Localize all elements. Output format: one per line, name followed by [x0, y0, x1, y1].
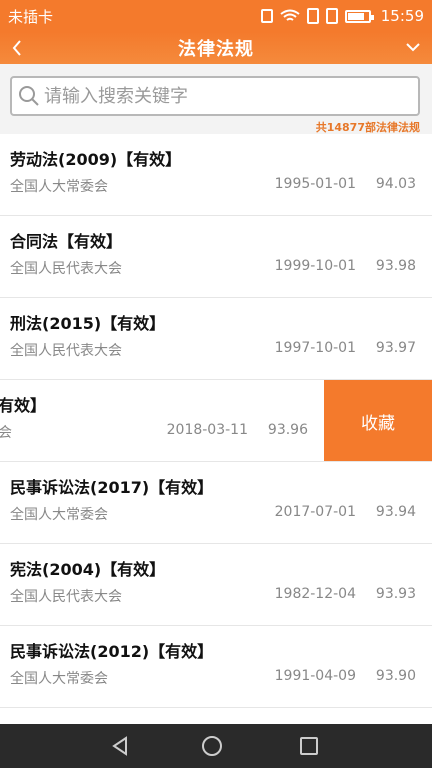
law-date: 2017-07-01 [274, 504, 356, 520]
search-icon [19, 86, 39, 106]
page-title: 法律法规 [178, 39, 254, 60]
battery-icon [344, 9, 374, 23]
search-area: 共14877部法律法规 [0, 64, 432, 134]
law-issuer: 会 [0, 422, 12, 442]
law-date: 2018-03-11 [166, 422, 248, 438]
law-score: 93.98 [375, 258, 416, 274]
law-date: 1991-04-09 [274, 668, 356, 684]
status-icons [260, 8, 374, 24]
wifi-icon [280, 9, 300, 21]
law-score: 94.03 [375, 176, 416, 192]
vibrate-icon [260, 9, 273, 23]
law-title: 刑法(2015)【有效】 [10, 314, 166, 333]
law-issuer: 全国人民代表大会 [10, 343, 122, 359]
list-item[interactable]: 合同法【有效】 全国人民代表大会 1999-10-01 93.98 [0, 216, 432, 298]
search-box[interactable] [10, 76, 420, 116]
search-input[interactable] [44, 85, 404, 107]
law-score: 93.97 [375, 340, 416, 356]
recents-square-icon[interactable] [300, 737, 318, 755]
law-score: 93.93 [375, 586, 416, 602]
law-date: 1997-10-01 [274, 340, 356, 356]
nav-bar: 法律法规 [0, 32, 432, 64]
law-title: 宪法(2004)【有效】 [10, 560, 166, 579]
chevron-left-icon[interactable] [10, 37, 24, 59]
home-circle-icon[interactable] [202, 736, 222, 756]
law-title: 民事诉讼法(2017)【有效】 [10, 478, 214, 497]
law-date: 1982-12-04 [274, 586, 356, 602]
clock: 15:59 [380, 7, 424, 25]
law-title: 有效】 [0, 396, 47, 415]
list-item[interactable]: 宪法(2004)【有效】 全国人民代表大会 1982-12-04 93.93 [0, 544, 432, 626]
list-item[interactable]: 民事诉讼法(2012)【有效】 全国人大常委会 1991-04-09 93.90 [0, 626, 432, 708]
system-navigation-bar [0, 724, 432, 768]
sim-2-icon [325, 8, 338, 24]
back-triangle-icon[interactable] [110, 736, 130, 756]
law-date: 1995-01-01 [274, 176, 356, 192]
law-title: 民事诉讼法(2012)【有效】 [10, 642, 214, 661]
law-issuer: 全国人大常委会 [10, 179, 108, 195]
list-item[interactable]: 刑法(2015)【有效】 全国人民代表大会 1997-10-01 93.97 [0, 298, 432, 380]
law-issuer: 全国人民代表大会 [10, 261, 122, 277]
status-bar: 未插卡 15:59 [0, 0, 432, 32]
law-score: 93.96 [267, 422, 308, 438]
list-item-swiped[interactable]: 有效】 会 2018-03-11 93.96 收藏 [0, 380, 432, 462]
carrier-label: 未插卡 [8, 7, 54, 26]
law-issuer: 全国人民代表大会 [10, 589, 122, 605]
sim-icon [306, 8, 319, 24]
law-score: 93.90 [375, 668, 416, 684]
law-score: 93.94 [375, 504, 416, 520]
law-issuer: 全国人大常委会 [10, 507, 108, 523]
law-title: 劳动法(2009)【有效】 [10, 150, 182, 169]
law-issuer: 全国人大常委会 [10, 671, 108, 687]
law-title: 合同法【有效】 [10, 232, 123, 251]
total-count-label: 共14877部法律法规 [315, 121, 420, 134]
favorite-button[interactable]: 收藏 [324, 380, 432, 461]
list-item[interactable]: 民事诉讼法(2017)【有效】 全国人大常委会 2017-07-01 93.94 [0, 462, 432, 544]
law-date: 1999-10-01 [274, 258, 356, 274]
chevron-down-icon[interactable] [404, 39, 422, 55]
law-list: 劳动法(2009)【有效】 全国人大常委会 1995-01-01 94.03 合… [0, 134, 432, 708]
list-item[interactable]: 劳动法(2009)【有效】 全国人大常委会 1995-01-01 94.03 [0, 134, 432, 216]
